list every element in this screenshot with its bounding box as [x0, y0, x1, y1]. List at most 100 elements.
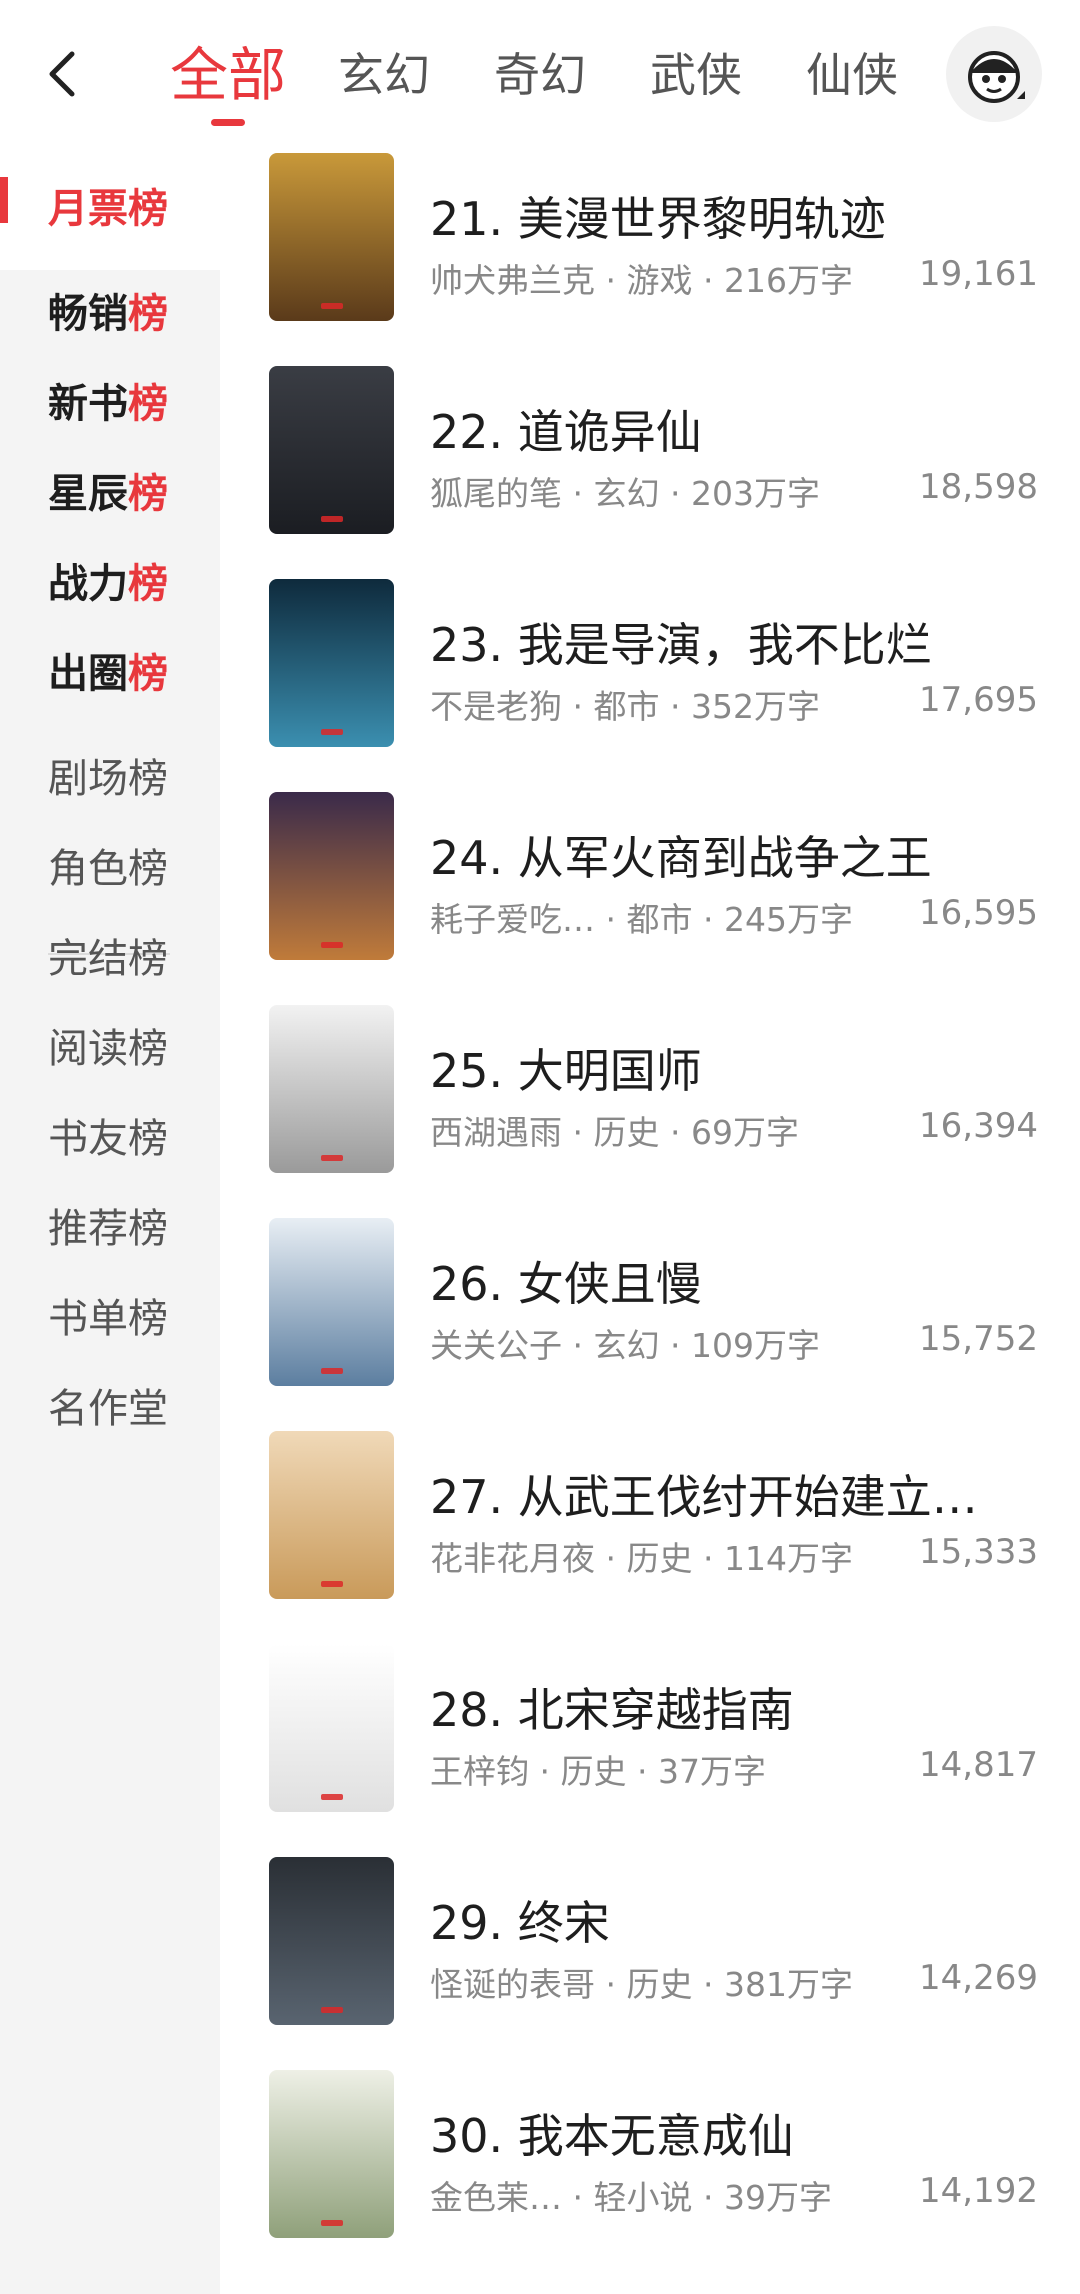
meta-separator: ·: [562, 1113, 594, 1152]
book-row[interactable]: 24. 从军火商到战争之王 耗子爱吃… · 都市 · 245万字 16,595: [220, 786, 1080, 1003]
meta-separator: ·: [659, 1326, 691, 1365]
meta-separator: ·: [595, 1965, 627, 2004]
book-meta: 不是老狗 · 都市 · 352万字: [430, 680, 820, 728]
book-genre: 历史: [560, 1752, 627, 1791]
tab-1[interactable]: 玄幻: [338, 30, 430, 120]
book-words: 114万字: [723, 1539, 853, 1578]
book-author: 王梓钧: [430, 1752, 529, 1791]
monthly-vote-count: 14,817: [919, 1745, 1038, 1785]
book-cover[interactable]: [269, 1005, 394, 1173]
book-genre: 都市: [626, 900, 693, 939]
book-cover[interactable]: [269, 153, 394, 321]
book-cover[interactable]: [269, 792, 394, 960]
book-author: 花非花月夜: [430, 1539, 595, 1578]
cover-art: [269, 1005, 394, 1173]
meta-separator: ·: [562, 2178, 594, 2217]
book-row[interactable]: 23. 我是导演，我不比烂不是老狗 · 都市 · 352万字 17,695: [220, 573, 1080, 790]
book-cover[interactable]: [269, 1857, 394, 2025]
book-meta: 耗子爱吃… · 都市 · 245万字: [430, 893, 853, 941]
book-meta: 狐尾的笔 · 玄幻 · 203万字: [430, 467, 820, 515]
monthly-vote-count: 14,192: [919, 2171, 1038, 2211]
book-row[interactable]: 21. 美漫世界黎明轨迹 帅犬弗兰克 · 游戏 · 216万字 19,161: [220, 147, 1080, 364]
book-meta: 帅犬弗兰克 · 游戏 · 216万字: [430, 254, 853, 302]
active-marker: [0, 177, 8, 223]
meta-separator: ·: [595, 900, 627, 939]
meta-separator: ·: [692, 2178, 724, 2217]
book-row[interactable]: 22. 道诡异仙 狐尾的笔 · 玄幻 · 203万字 18,598: [220, 360, 1080, 577]
meta-separator: ·: [659, 474, 691, 513]
book-genre: 历史: [593, 1113, 660, 1152]
top-bar: 全部 玄幻 奇幻 武侠 仙侠: [0, 0, 1080, 150]
book-title[interactable]: 23. 我是导演，我不比烂: [430, 609, 1050, 675]
tab-label: 武侠: [650, 48, 743, 102]
book-genre: 历史: [626, 1965, 693, 2004]
book-row[interactable]: 25. 大明国师西湖遇雨 · 历史 · 69万字 16,394: [220, 999, 1080, 1216]
book-cover[interactable]: [269, 366, 394, 534]
meta-separator: ·: [692, 900, 724, 939]
tab-3[interactable]: 武侠: [650, 30, 742, 120]
monthly-vote-count: 16,394: [919, 1106, 1038, 1146]
tab-label: 全部: [170, 41, 287, 109]
book-row[interactable]: 30. 我本无意成仙金色茉… · 轻小说 · 39万字 14,192: [220, 2064, 1080, 2281]
tab-4[interactable]: 仙侠: [806, 30, 898, 120]
book-meta: 花非花月夜 · 历史 · 114万字: [430, 1532, 853, 1580]
sidebar-label: 推荐榜: [48, 1206, 168, 1252]
book-cover[interactable]: [269, 1644, 394, 1812]
book-meta: 金色茉… · 轻小说 · 39万字: [430, 2171, 832, 2219]
cover-art: [269, 792, 394, 960]
meta-separator: ·: [595, 261, 627, 300]
book-title[interactable]: 26. 女侠且慢: [430, 1248, 1050, 1314]
book-title[interactable]: 22. 道诡异仙: [430, 396, 1050, 462]
book-cover[interactable]: [269, 1218, 394, 1386]
cover-art: [269, 1431, 394, 1599]
book-row[interactable]: 27. 从武王伐纣开始建立… 花非花月夜 · 历史 · 114万字 15,333: [220, 1425, 1080, 1642]
avatar-icon: [968, 51, 1025, 103]
book-title[interactable]: 29. 终宋: [430, 1887, 1050, 1953]
sidebar-label: 书单榜: [48, 1296, 168, 1342]
ranking-sidebar: 月票榜畅销榜新书榜星辰榜战力榜出圈榜剧场榜 角色榜 完结榜 阅读榜 书友榜 推荐榜 书单榜名…: [0, 140, 220, 2294]
sidebar-item-13[interactable]: 名作堂: [0, 1345, 220, 1465]
tab-0[interactable]: 全部: [170, 30, 287, 126]
book-author: 狐尾的笔: [430, 474, 562, 513]
tab-2[interactable]: 奇幻: [494, 30, 586, 120]
book-words: 39万字: [723, 2178, 832, 2217]
book-title[interactable]: 27. 从武王伐纣开始建立…: [430, 1461, 1050, 1527]
book-row[interactable]: 29. 终宋 怪诞的表哥 · 历史 · 381万字 14,269: [220, 1851, 1080, 2068]
book-words: 203万字: [690, 474, 820, 513]
book-title[interactable]: 25. 大明国师: [430, 1035, 1050, 1101]
book-row[interactable]: 26. 女侠且慢 关关公子 · 玄幻 · 109万字 15,752: [220, 1212, 1080, 1429]
sidebar-label: 书友榜: [48, 1116, 168, 1162]
meta-separator: ·: [692, 1539, 724, 1578]
sidebar-item-5[interactable]: 出圈榜: [0, 610, 220, 730]
sidebar-label: 战力: [48, 561, 128, 607]
user-avatar[interactable]: [946, 26, 1042, 122]
book-words: 37万字: [657, 1752, 766, 1791]
monthly-vote-count: 15,333: [919, 1532, 1038, 1572]
active-tab-indicator: [211, 119, 245, 126]
meta-separator: ·: [562, 474, 594, 513]
tab-label: 玄幻: [338, 48, 431, 102]
meta-separator: ·: [626, 1752, 658, 1791]
back-button[interactable]: [34, 44, 94, 104]
book-genre: 都市: [593, 687, 660, 726]
cover-art: [269, 366, 394, 534]
book-title[interactable]: 28. 北宋穿越指南: [430, 1674, 1050, 1740]
book-words: 216万字: [723, 261, 853, 300]
book-genre: 轻小说: [593, 2178, 693, 2217]
book-title[interactable]: 30. 我本无意成仙: [430, 2100, 1050, 2166]
sidebar-label-suffix: 榜: [128, 186, 168, 232]
book-meta: 西湖遇雨 · 历史 · 69万字: [430, 1106, 799, 1154]
cover-art: [269, 579, 394, 747]
book-title[interactable]: 24. 从军火商到战争之王: [430, 822, 1050, 888]
cover-art: [269, 1857, 394, 2025]
monthly-vote-count: 17,695: [919, 680, 1038, 720]
sidebar-label: 角色榜: [48, 846, 168, 892]
book-cover[interactable]: [269, 1431, 394, 1599]
monthly-vote-count: 15,752: [919, 1319, 1038, 1359]
meta-separator: ·: [562, 687, 594, 726]
book-title[interactable]: 21. 美漫世界黎明轨迹: [430, 183, 1050, 249]
book-cover[interactable]: [269, 2070, 394, 2238]
book-words: 109万字: [690, 1326, 820, 1365]
book-row[interactable]: 28. 北宋穿越指南 王梓钧 · 历史 · 37万字 14,817: [220, 1638, 1080, 1855]
book-cover[interactable]: [269, 579, 394, 747]
